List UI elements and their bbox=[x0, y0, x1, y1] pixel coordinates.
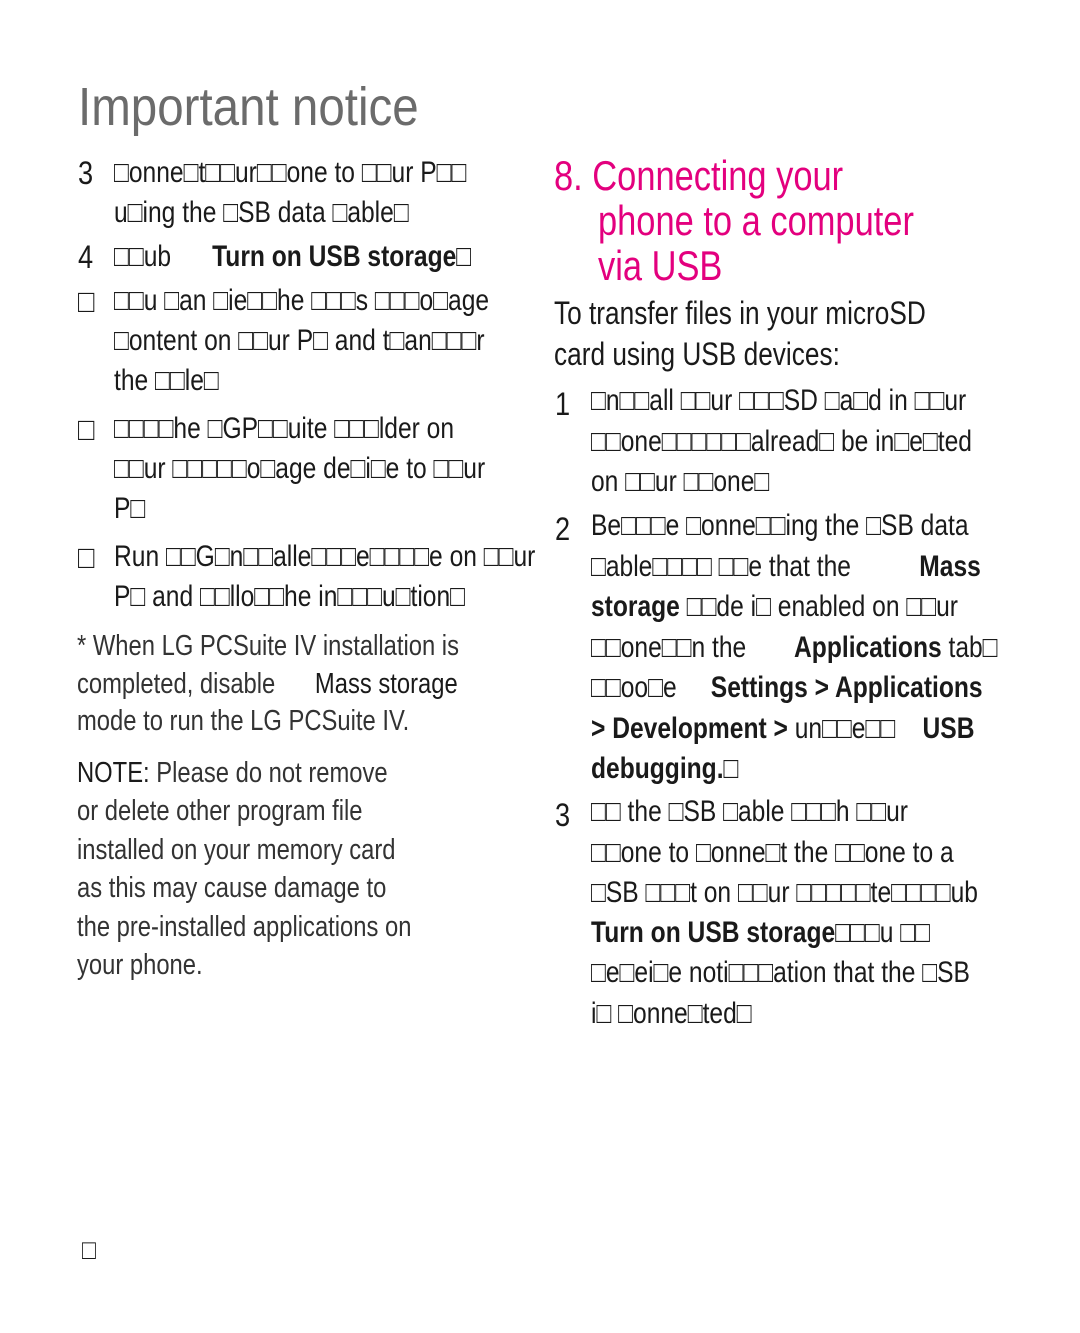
footnote-line: completed, disable Mass storage bbox=[77, 670, 458, 699]
note-line: your phone. bbox=[77, 951, 203, 980]
text-segment: installed on your memory card bbox=[77, 833, 396, 866]
step-number: 4 bbox=[78, 239, 94, 275]
text-segment: u□ing the □SB data □able□ bbox=[114, 196, 409, 229]
text-segment: tab□ bbox=[941, 631, 998, 664]
step-number: 3 bbox=[555, 797, 571, 833]
text-segment: P□ and □□llo□□he in□□□u□tion□ bbox=[114, 580, 466, 613]
step-text-line: □able□□□□ □□e that the Mass bbox=[591, 552, 981, 582]
step-number: □ bbox=[78, 283, 95, 319]
text-segment: NOTE: bbox=[77, 757, 150, 789]
step-text-line: □□one□□□□□□alread□ be in□e□ted bbox=[591, 427, 972, 457]
text-segment: mode to run the LG PCSuite IV. bbox=[77, 705, 410, 737]
text-segment: storage bbox=[591, 590, 687, 623]
text-segment: Turn on USB storage□ bbox=[212, 240, 472, 273]
text-segment: Run □□G□n□□alle□□□e□□□□e on □□ur bbox=[114, 540, 536, 573]
text-segment: USB bbox=[922, 712, 975, 745]
footnote-line: mode to run the LG PCSuite IV. bbox=[77, 707, 409, 736]
text-segment: P□ bbox=[114, 492, 146, 525]
step-text-line: □□ur □□□□□o□age de□i□e to □□ur bbox=[114, 454, 485, 484]
text-segment: * When LG PCSuite IV installation is bbox=[77, 630, 459, 662]
step-number: □ bbox=[78, 539, 95, 575]
section-title-line: via USB bbox=[598, 242, 723, 289]
text-segment: Be□□□e □onne□□ing the □SB data bbox=[591, 509, 969, 542]
text-segment: □ontent on □□ur P□ and t□an□□□r bbox=[114, 324, 485, 357]
text-segment: the □□le□ bbox=[114, 364, 219, 397]
text-segment: un□□e□□ bbox=[787, 712, 923, 745]
text-segment: □e□ei□e noti□□□ation that the □SB bbox=[591, 956, 970, 989]
text-segment: or delete other program file bbox=[77, 795, 363, 828]
text-segment: □□one to □onne□t the □□one to a bbox=[591, 836, 954, 869]
text-segment: □SB □□□t on □□ur □□□□□te□□□□ub bbox=[591, 876, 978, 909]
step-text-line: Run □□G□n□□alle□□□e□□□□e on □□ur bbox=[114, 542, 535, 572]
text-segment: your phone. bbox=[77, 949, 203, 981]
step-text-line: i□ □onne□ted□ bbox=[591, 999, 752, 1029]
text-segment: □ bbox=[723, 752, 739, 785]
note-line: the pre-installed applications on bbox=[77, 910, 412, 943]
note-line: installed on your memory card bbox=[77, 833, 396, 866]
text-segment: Applications bbox=[794, 631, 942, 664]
text-segment: Please do not remove bbox=[149, 757, 388, 789]
step-text-line: the □□le□ bbox=[114, 366, 219, 396]
step-text-line: u□ing the □SB data □able□ bbox=[114, 198, 409, 228]
step-text-line: debugging.□ bbox=[591, 754, 738, 784]
step-text-line: > Development > un□□e□□ USB bbox=[591, 714, 974, 744]
text-segment: the pre-installed applications on bbox=[77, 910, 412, 943]
text-segment: Turn on USB storage bbox=[591, 916, 836, 949]
text-segment: Settings > Applications bbox=[710, 671, 983, 704]
text-segment: □□one□□□□□□alread□ be in□e□ted bbox=[591, 425, 972, 458]
page-number: □ bbox=[82, 1234, 96, 1265]
step-text-line: □□□□he □GP□□uite □□□lder on bbox=[114, 414, 454, 444]
text-segment: □able□□□□ □□e that the bbox=[591, 550, 920, 583]
text-segment: Mass storage bbox=[314, 668, 458, 700]
text-segment: □n□□all □□ur □□□SD □a□d in □□ur bbox=[591, 384, 967, 417]
step-text-line: □□one□□n the Applications tab□ bbox=[591, 633, 998, 663]
step-text-line: Be□□□e □onne□□ing the □SB data bbox=[591, 511, 969, 541]
text-segment: completed, disable bbox=[77, 668, 315, 700]
step-text-line: P□ and □□llo□□he in□□□u□tion□ bbox=[114, 582, 465, 612]
text-segment: □□oo□e bbox=[591, 671, 711, 704]
page-title: Important notice bbox=[78, 77, 419, 137]
step-text-line: storage □□de i□ enabled on □□ur bbox=[591, 592, 958, 622]
step-text-line: □onne□t□□ur□□one to □□ur P□□ bbox=[114, 158, 466, 188]
section-title-line: phone to a computer bbox=[598, 197, 914, 244]
step-number: 2 bbox=[555, 511, 571, 547]
step-text-line: □□ub Turn on USB storage□ bbox=[114, 242, 471, 272]
note-line: NOTE: Please do not remove bbox=[77, 759, 388, 788]
text-segment: □□□u □□ bbox=[835, 916, 931, 949]
text-segment: > Development > bbox=[591, 712, 788, 745]
step-text-line: □□one to □onne□t the □□one to a bbox=[591, 838, 954, 868]
text-segment: □□□□he □GP□□uite □□□lder on bbox=[114, 412, 455, 445]
step-text-line: □SB □□□t on □□ur □□□□□te□□□□ub bbox=[591, 878, 978, 908]
step-number: □ bbox=[78, 411, 95, 447]
note-line: as this may cause damage to bbox=[77, 874, 386, 903]
text-segment: Mass bbox=[919, 550, 981, 583]
step-text-line: □n□□all □□ur □□□SD □a□d in □□ur bbox=[591, 386, 966, 416]
text-segment: i□ □onne□ted□ bbox=[591, 997, 752, 1030]
step-number: 1 bbox=[555, 386, 571, 422]
text-segment: □□ the □SB □able □□□h □□ur bbox=[591, 795, 908, 828]
step-number: 3 bbox=[78, 155, 94, 191]
step-text-line: □□ the □SB □able □□□h □□ur bbox=[591, 797, 908, 827]
step-text-line: □□oo□e Settings > Applications bbox=[591, 673, 983, 703]
step-text-line: □e□ei□e noti□□□ation that the □SB bbox=[591, 958, 970, 988]
step-text-line: Turn on USB storage□□□u □□ bbox=[591, 918, 930, 948]
text-segment: □□one□□n the bbox=[591, 631, 795, 664]
section-title: 8. Connecting your bbox=[554, 152, 844, 199]
text-segment: □□u □an □ie□□he □□□s □□□o□age bbox=[114, 284, 490, 317]
text-segment: □□de i□ enabled on □□ur bbox=[686, 590, 958, 623]
text-segment: as this may cause damage to bbox=[77, 872, 387, 905]
step-text-line: on □□ur □□one□ bbox=[591, 467, 769, 497]
text-segment: debugging. bbox=[591, 752, 724, 785]
section-subtitle: To transfer files in your microSD bbox=[554, 295, 926, 331]
step-text-line: P□ bbox=[114, 494, 145, 524]
step-text-line: □ontent on □□ur P□ and t□an□□□r bbox=[114, 326, 485, 356]
step-text-line: □□u □an □ie□□he □□□s □□□o□age bbox=[114, 286, 489, 316]
text-segment: □□ur □□□□□o□age de□i□e to □□ur bbox=[114, 452, 486, 485]
text-segment: □onne□t□□ur□□one to □□ur P□□ bbox=[114, 156, 467, 189]
footnote-line: * When LG PCSuite IV installation is bbox=[77, 632, 459, 661]
text-segment: □□ub bbox=[114, 240, 213, 273]
text-segment: on □□ur □□one□ bbox=[591, 465, 770, 498]
section-subtitle: card using USB devices: bbox=[554, 336, 840, 372]
note-line: or delete other program file bbox=[77, 797, 363, 826]
